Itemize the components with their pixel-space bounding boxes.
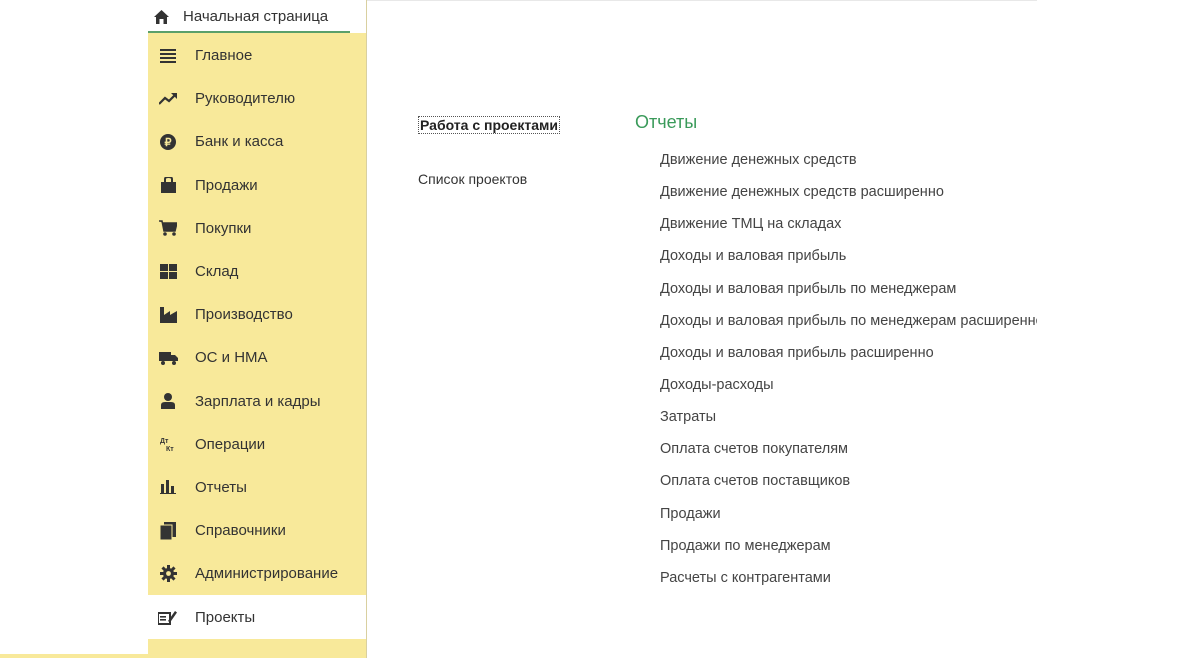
warehouse-icon [158,262,178,282]
sidebar-item-label: Зарплата и кадры [195,392,321,410]
sidebar-item-purchases[interactable]: Покупки [148,207,366,250]
home-tab-underline [148,31,350,33]
top-border [367,0,1037,1]
sidebar-item-fixed-assets[interactable]: ОС и НМА [148,336,366,379]
report-link[interactable]: Движение ТМЦ на складах [660,214,1037,246]
sidebar-item-label: Справочники [195,522,286,540]
sidebar-item-label: Банк и касса [195,133,284,151]
section-title: Работа с проектами [418,116,560,134]
sidebar-item-label: ОС и НМА [195,349,268,367]
report-link[interactable]: Движение денежных средств расширенно [660,182,1037,214]
sidebar-item-payroll[interactable]: Зарплата и кадры [148,380,366,423]
project-list-link[interactable]: Список проектов [418,171,527,187]
sidebar-item-projects[interactable]: Проекты [148,595,366,639]
report-link[interactable]: Продажи по менеджерам [660,536,1037,568]
report-link[interactable]: Движение денежных средств [660,150,1037,182]
sidebar-item-label: Склад [195,263,239,281]
reports-list: Движение денежных средств Движение денеж… [660,150,1037,600]
bar-chart-icon [158,477,178,497]
svg-text:Кт: Кт [166,446,174,452]
sidebar-item-sales[interactable]: Продажи [148,164,366,207]
sidebar-item-main[interactable]: Главное [148,34,366,77]
sidebar-item-reports[interactable]: Отчеты [148,466,366,509]
person-icon [158,391,178,411]
books-icon [158,521,178,541]
trend-up-icon [158,89,178,109]
cart-icon [158,218,178,238]
truck-icon [158,348,178,368]
report-link[interactable]: Продажи [660,504,1037,536]
sidebar-item-label: Отчеты [195,478,247,496]
sidebar-item-label: Администрирование [195,565,339,583]
report-link[interactable]: Доходы и валовая прибыль [660,246,1037,278]
report-link[interactable]: Доходы и валовая прибыль по менеджерам [660,279,1037,311]
sidebar-item-label: Продажи [195,176,258,194]
svg-text:Дт: Дт [160,438,169,445]
report-link[interactable]: Оплата счетов покупателям [660,439,1037,471]
sidebar-item-catalogs[interactable]: Справочники [148,509,366,552]
reports-heading: Отчеты [635,112,698,132]
sidebar-item-label: Производство [195,306,293,324]
sidebar-item-manager[interactable]: Руководителю [148,77,366,120]
sidebar-item-production[interactable]: Производство [148,293,366,336]
sidebar-item-label: Главное [195,47,253,65]
report-link[interactable]: Доходы-расходы [660,375,1037,407]
sidebar-item-administration[interactable]: Администрирование [148,552,366,595]
sidebar-item-label: Операции [195,435,266,453]
report-link[interactable]: Затраты [660,407,1037,439]
home-tab[interactable]: Начальная страница [148,0,366,33]
sidebar-item-label: Руководителю [195,90,296,108]
sidebar-item-operations[interactable]: Дт Кт Операции [148,423,366,466]
ruble-coin-icon: ₽ [158,132,178,152]
dt-kt-icon: Дт Кт [158,434,178,454]
sidebar-item-bank[interactable]: ₽ Банк и касса [148,120,366,163]
report-link[interactable]: Оплата счетов поставщиков [660,471,1037,503]
sidebar-nav: Главное Руководителю ₽ Банк и касса Прод… [148,34,366,639]
sidebar-item-warehouse[interactable]: Склад [148,250,366,293]
report-link[interactable]: Доходы и валовая прибыль расширенно [660,343,1037,375]
report-link[interactable]: Доходы и валовая прибыль по менеджерам р… [660,311,1037,343]
svg-text:₽: ₽ [165,137,172,149]
report-link[interactable]: Расчеты с контрагентами [660,568,1037,600]
project-pen-icon [158,607,178,627]
gear-icon [158,564,178,584]
sidebar-item-label: Покупки [195,219,252,237]
sidebar-item-label: Проекты [195,608,256,626]
menu-lines-icon [158,46,178,66]
shopping-bag-icon [158,175,178,195]
sidebar: Начальная страница Главное Руководителю … [148,0,367,658]
home-icon [153,9,169,25]
bottom-strip [0,654,148,658]
home-tab-label: Начальная страница [183,8,329,25]
factory-icon [158,305,178,325]
